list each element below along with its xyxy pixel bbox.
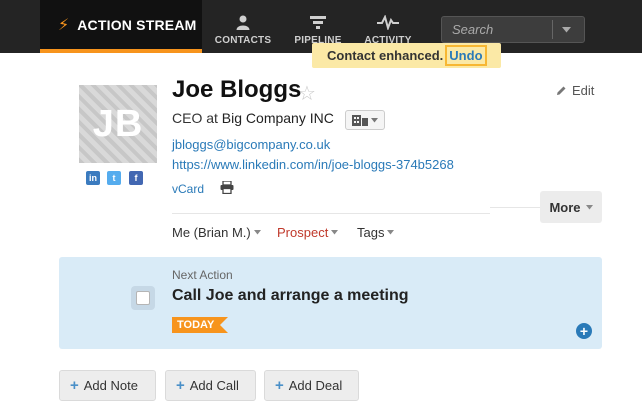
lightning-icon: ⚡ [58, 16, 70, 34]
star-icon[interactable]: ☆ [298, 81, 316, 106]
tags-label: Tags [357, 225, 385, 240]
linkedin-url-link[interactable]: https://www.linkedin.com/in/joe-bloggs-3… [172, 157, 454, 172]
avatar: JB [79, 85, 157, 163]
nav-contacts-label: CONTACTS [214, 35, 272, 46]
due-badge-label: TODAY [172, 317, 221, 333]
chevron-down-icon [561, 26, 571, 32]
search-input[interactable] [442, 22, 552, 37]
next-action-title[interactable]: Call Joe and arrange a meeting [172, 287, 409, 305]
checkbox-box [136, 291, 150, 305]
add-deal-label: Add Deal [288, 378, 343, 393]
plus-icon: + [275, 377, 284, 394]
next-action-label: Next Action [172, 268, 233, 282]
nav-contacts[interactable]: CONTACTS [214, 0, 272, 53]
print-icon[interactable] [220, 180, 234, 199]
add-note-button[interactable]: + Add Note [59, 370, 156, 401]
search-box [441, 16, 585, 43]
header-divider [172, 213, 490, 214]
add-note-label: Add Note [83, 378, 138, 393]
vcard-link[interactable]: vCard [172, 182, 204, 196]
nav-action-stream-label: ACTION STREAM [77, 16, 197, 33]
chevron-down-icon [331, 230, 339, 235]
edit-button[interactable]: Edit [556, 83, 594, 98]
twitter-icon[interactable]: t [107, 171, 121, 185]
company-name[interactable]: Big Company INC [222, 110, 334, 126]
contact-name: Joe Bloggs [172, 76, 302, 103]
stage-label: Prospect [277, 225, 329, 240]
owner-dropdown[interactable]: Me (Brian M.) [172, 225, 261, 240]
tags-dropdown[interactable]: Tags [357, 225, 395, 240]
company-dropdown-button[interactable] [345, 110, 385, 130]
due-badge: TODAY [172, 317, 229, 333]
badge-ribbon-tail [220, 317, 229, 333]
nav-action-stream[interactable]: ⚡ ACTION STREAM [40, 0, 202, 53]
avatar-initials: JB [92, 102, 144, 145]
email-link[interactable]: jbloggs@bigcompany.co.uk [172, 137, 330, 152]
pencil-icon [557, 86, 566, 95]
add-action-button[interactable]: + [576, 323, 592, 339]
job-title: CEO at [172, 110, 218, 126]
chevron-down-icon [253, 230, 261, 235]
linkedin-icon[interactable]: in [86, 171, 100, 185]
person-icon [236, 12, 250, 32]
chevron-down-icon [585, 204, 593, 209]
chevron-down-icon [387, 230, 395, 235]
header-divider-right [490, 207, 540, 208]
search-dropdown-button[interactable] [553, 26, 579, 33]
add-call-label: Add Call [189, 378, 239, 393]
more-label: More [549, 199, 581, 215]
owner-label: Me (Brian M.) [172, 225, 251, 240]
facebook-icon[interactable]: f [129, 171, 143, 185]
plus-icon: + [70, 377, 79, 394]
plus-icon: + [176, 377, 185, 394]
pulse-icon [377, 12, 399, 32]
undo-link[interactable]: Undo [445, 45, 487, 66]
chevron-down-icon [371, 117, 378, 122]
stage-dropdown[interactable]: Prospect [277, 225, 339, 240]
more-button[interactable]: More [540, 191, 602, 223]
funnel-icon [310, 12, 326, 32]
building-icon [352, 115, 368, 126]
complete-action-checkbox[interactable] [131, 286, 155, 310]
toast-message: Contact enhanced. [327, 48, 444, 63]
edit-label: Edit [572, 83, 595, 98]
add-call-button[interactable]: + Add Call [165, 370, 256, 401]
job-title-line: CEO at Big Company INC [172, 110, 334, 126]
notification-toast: Contact enhanced. Undo [312, 43, 501, 68]
add-deal-button[interactable]: + Add Deal [264, 370, 359, 401]
